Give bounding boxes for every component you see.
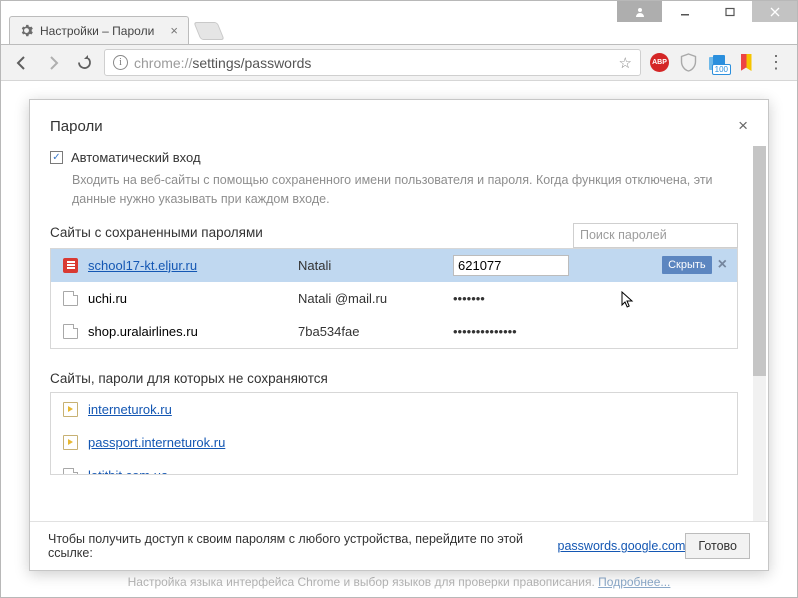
site-info-icon[interactable]: i [113,55,128,70]
download-count-badge: 100 [712,64,731,75]
site-cell[interactable]: uchi.ru [88,291,298,306]
site-cell[interactable]: letitbit.com.ua [88,468,298,475]
back-button[interactable] [11,52,33,74]
dialog-footer: Чтобы получить доступ к своим паролям с … [30,521,768,570]
window-titlebar [1,1,797,14]
browser-toolbar: i chrome://settings/passwords ☆ ABP 100 … [1,44,797,81]
cursor-icon [621,291,635,309]
never-save-heading: Сайты, пароли для которых не сохраняются [50,371,738,386]
password-input[interactable] [453,255,569,276]
search-passwords-input[interactable]: Поиск паролей [573,223,738,248]
maximize-button[interactable] [707,1,752,22]
dialog-title: Пароли [50,118,103,135]
password-cell: •••••••••••••• [453,324,608,339]
browser-menu-button[interactable]: ⋮ [765,52,787,74]
never-row[interactable]: passport.interneturok.ru [51,426,737,459]
saved-passwords-heading: Сайты с сохраненными паролями [50,225,263,240]
file-icon [63,324,78,339]
auto-signin-checkbox[interactable]: ✓ [50,151,63,164]
browser-tab[interactable]: Настройки – Пароли × [9,16,189,44]
username-cell: 7ba534fae [298,324,453,339]
username-cell: Natali [298,258,453,273]
hide-password-button[interactable]: Скрыть [662,256,712,274]
done-button[interactable]: Готово [685,533,750,559]
shield-icon[interactable] [678,53,698,73]
password-cell: ••••••• [453,291,608,306]
extension-icons: ABP 100 ⋮ [650,52,787,74]
password-row[interactable]: school17-kt.eljur.ruNatali Скрыть × [51,249,737,282]
download-manager-icon[interactable]: 100 [707,53,727,73]
delete-row-icon[interactable]: × [718,256,727,274]
address-bar[interactable]: i chrome://settings/passwords ☆ [104,49,641,76]
file-icon [63,291,78,306]
password-row[interactable]: shop.uralairlines.ru7ba534fae•••••••••••… [51,315,737,348]
minimize-button[interactable] [662,1,707,22]
play-icon [63,435,78,450]
footer-text: Чтобы получить доступ к своим паролям с … [48,532,558,560]
url-text: chrome://settings/passwords [134,55,613,71]
site-cell[interactable]: school17-kt.eljur.ru [88,258,298,273]
page-content: Настройка языка интерфейса Chrome и выбо… [1,81,797,597]
reload-button[interactable] [73,52,95,74]
never-save-list: interneturok.ru passport.interneturok.ru l… [50,392,738,475]
background-hint: Настройка языка интерфейса Chrome и выбо… [1,575,797,589]
auto-signin-label: Автоматический вход [71,150,201,165]
dialog-close-icon[interactable]: × [738,116,748,136]
site-cell[interactable]: shop.uralairlines.ru [88,324,298,339]
site-cell[interactable]: interneturok.ru [88,402,298,417]
passwords-dialog: Пароли × ✓ Автоматический вход Входить н… [29,99,769,571]
bookmark-flag-icon[interactable] [736,53,756,73]
background-hint-link[interactable]: Подробнее... [598,575,670,589]
auto-signin-row[interactable]: ✓ Автоматический вход [50,150,738,165]
forward-button[interactable] [42,52,64,74]
footer-link[interactable]: passwords.google.com [558,539,686,553]
never-row[interactable]: interneturok.ru [51,393,737,426]
new-tab-button[interactable] [193,22,224,40]
bookmark-star-icon[interactable]: ☆ [619,54,632,72]
username-cell: Natali @mail.ru [298,291,453,306]
adblock-icon[interactable]: ABP [650,53,669,72]
site-cell[interactable]: passport.interneturok.ru [88,435,298,450]
tab-title: Настройки – Пароли [40,24,154,38]
auto-signin-description: Входить на веб-сайты с помощью сохраненн… [72,171,738,209]
play-icon [63,402,78,417]
gear-icon [20,24,33,37]
tab-close-icon[interactable]: × [170,23,178,38]
window-close-button[interactable] [752,1,797,22]
scrollbar-thumb[interactable] [753,146,766,376]
document-icon [63,258,78,273]
user-profile-button[interactable] [617,1,662,22]
file-icon [63,468,78,475]
never-row[interactable]: letitbit.com.ua [51,459,737,475]
password-cell [453,255,608,276]
